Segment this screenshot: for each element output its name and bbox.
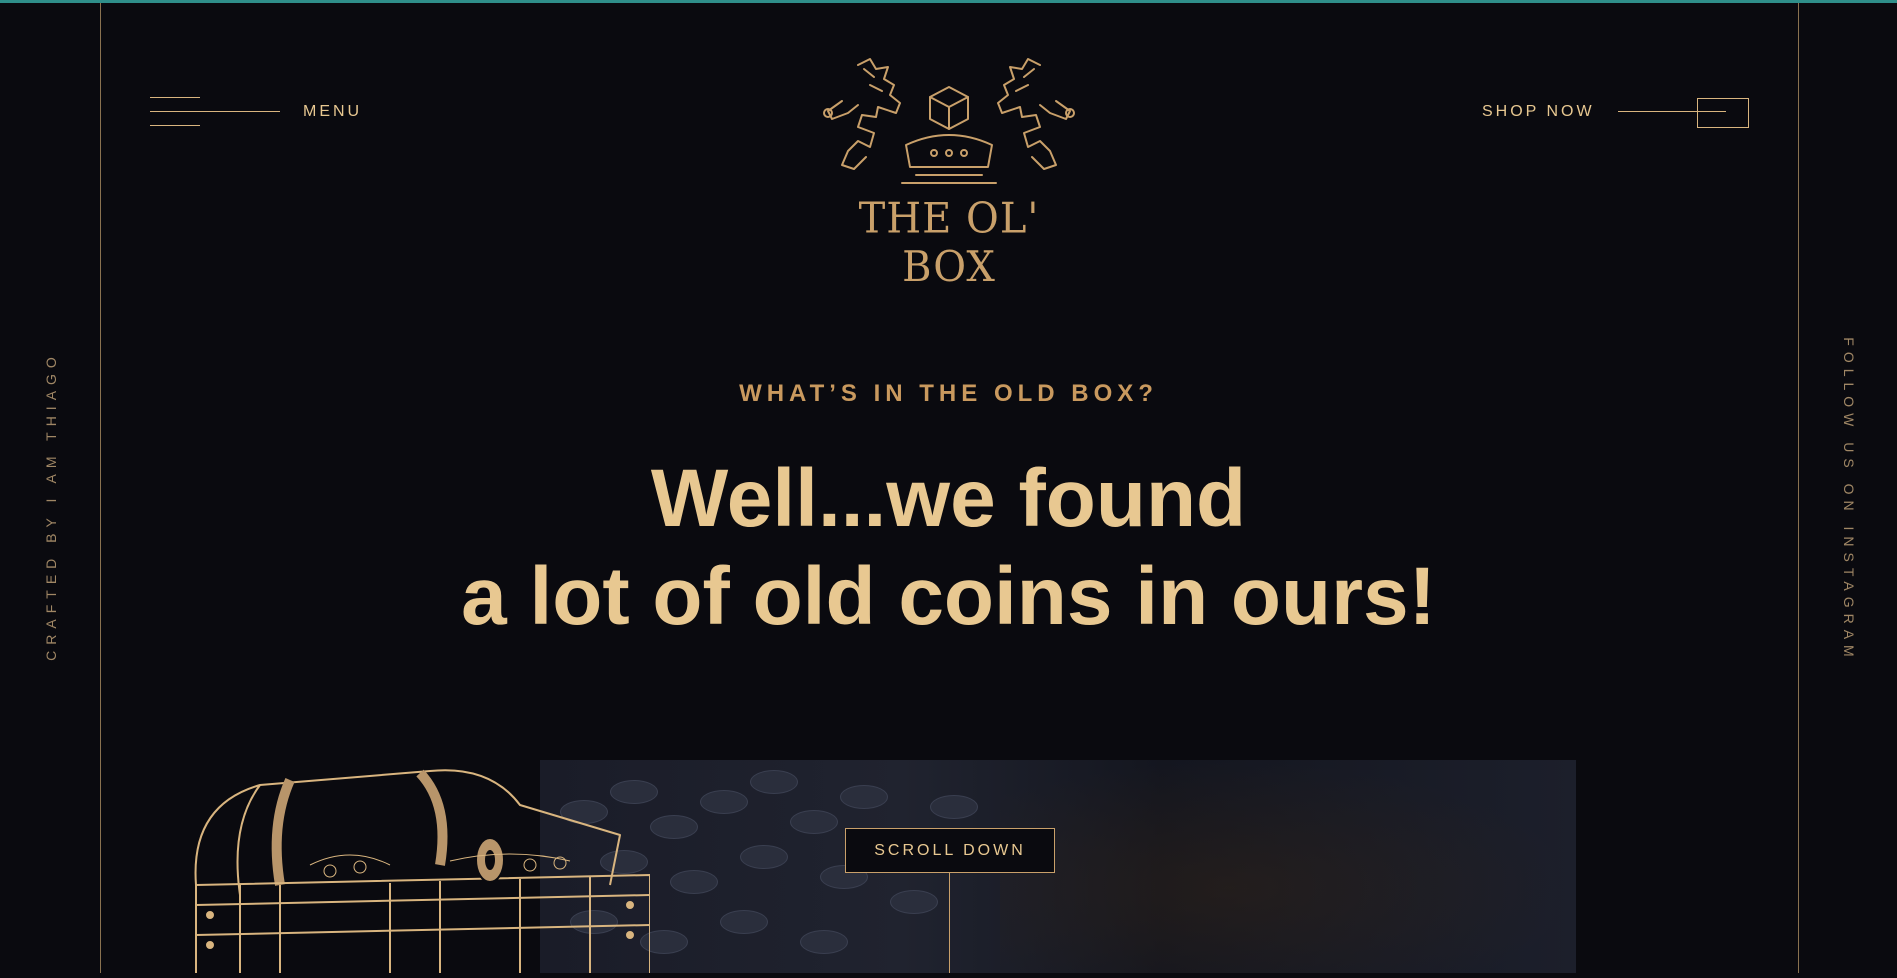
treasure-chest-illustration [190, 765, 651, 973]
hero-headline: Well...we found a lot of old coins in ou… [0, 450, 1897, 646]
menu-label[interactable]: MENU [303, 103, 362, 121]
brand-name: THE OL' BOX [858, 194, 1040, 292]
brand-logo[interactable]: THE OL' BOX [818, 55, 1080, 291]
hero-eyebrow: WHAT’S IN THE OLD BOX? [739, 380, 1158, 407]
photo-shadow [1000, 760, 1576, 973]
scroll-indicator-line [949, 872, 950, 973]
lion-crest-icon [823, 58, 1075, 184]
shop-now-button[interactable]: SHOP NOW [1482, 103, 1595, 121]
headline-line-1: Well...we found [650, 453, 1247, 544]
top-accent-bar [0, 0, 1897, 3]
scroll-down-button[interactable]: SCROLL DOWN [845, 828, 1055, 873]
headline-line-2: a lot of old coins in ours! [461, 551, 1436, 642]
